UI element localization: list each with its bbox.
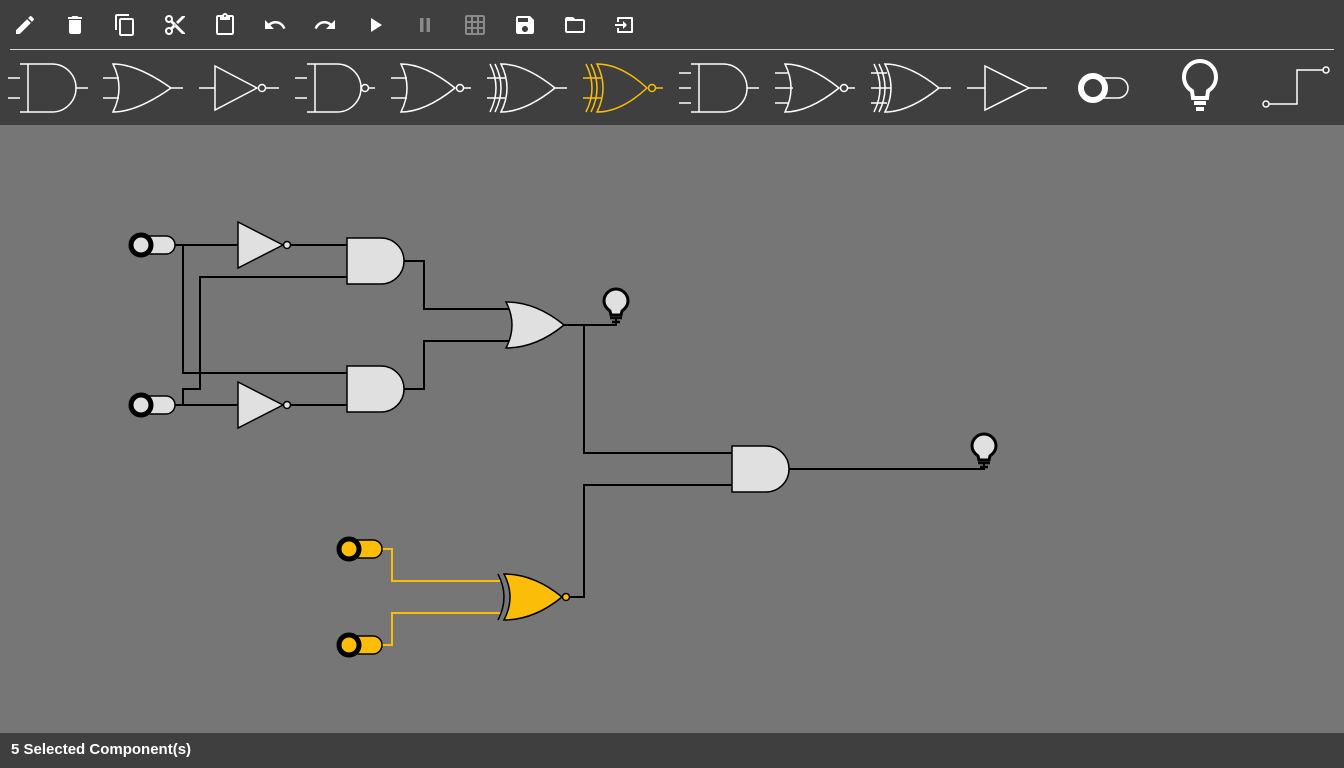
redo-button[interactable]	[305, 5, 345, 45]
component-palette	[0, 50, 1344, 125]
redo-icon	[314, 20, 335, 29]
output-lamp-1[interactable]	[602, 287, 630, 324]
copy-button[interactable]	[105, 5, 145, 45]
circuit-canvas[interactable]	[0, 125, 1344, 733]
wire[interactable]	[404, 340, 512, 390]
copy-icon	[115, 14, 134, 36]
wire-selected[interactable]	[382, 548, 502, 582]
folder-icon	[565, 17, 585, 33]
scissors-icon	[165, 15, 185, 35]
and-gate-3-input-icon[interactable]	[679, 58, 761, 118]
edit-button[interactable]	[5, 5, 45, 45]
pause-icon	[420, 18, 430, 32]
xnor-gate-icon[interactable]	[583, 58, 665, 118]
lightbulb-icon[interactable]	[1159, 58, 1241, 118]
xnor-gate[interactable]	[497, 573, 571, 621]
save-button[interactable]	[505, 5, 545, 45]
undo-icon	[265, 20, 286, 29]
wire[interactable]	[182, 276, 347, 405]
and-gate-top[interactable]	[346, 237, 405, 285]
selection-status: 5 Selected Component(s)	[11, 741, 192, 758]
toolbar	[0, 0, 1344, 50]
selected-wires	[382, 548, 502, 646]
input-switch-d[interactable]	[336, 632, 383, 658]
pencil-icon	[16, 15, 35, 35]
grid-icon	[465, 15, 485, 35]
not-gate-icon[interactable]	[199, 58, 281, 118]
nor-gate-icon[interactable]	[391, 58, 473, 118]
wire[interactable]	[570, 484, 732, 598]
grid-button[interactable]	[455, 5, 495, 45]
play-icon	[371, 18, 382, 32]
wire[interactable]	[564, 318, 617, 326]
paste-button[interactable]	[205, 5, 245, 45]
input-switch-a[interactable]	[128, 232, 176, 258]
and-gate-icon[interactable]	[8, 58, 90, 118]
circuit-diagram	[128, 220, 998, 658]
output-lamp-2[interactable]	[970, 432, 998, 469]
buffer-gate-icon[interactable]	[967, 58, 1049, 118]
input-switch-c[interactable]	[336, 536, 383, 562]
not-gate-bottom[interactable]	[237, 380, 292, 430]
not-gate-top[interactable]	[237, 220, 292, 270]
run-button[interactable]	[355, 5, 395, 45]
undo-button[interactable]	[255, 5, 295, 45]
wire[interactable]	[182, 245, 347, 374]
open-button[interactable]	[555, 5, 595, 45]
save-icon	[516, 16, 534, 34]
wire[interactable]	[583, 325, 732, 454]
xnor-gate-3-input-icon[interactable]	[871, 58, 953, 118]
wire[interactable]	[404, 260, 512, 310]
export-icon	[615, 17, 633, 33]
export-button[interactable]	[605, 5, 645, 45]
nor-gate-3-input-icon[interactable]	[775, 58, 857, 118]
input-switch-b[interactable]	[128, 392, 176, 418]
or-gate[interactable]	[504, 301, 566, 349]
or-gate-icon[interactable]	[103, 58, 185, 118]
status-bar: 5 Selected Component(s)	[0, 733, 1344, 768]
clipboard-icon	[216, 13, 234, 35]
nand-gate-icon[interactable]	[295, 58, 377, 118]
and-gate-output[interactable]	[731, 445, 790, 493]
clock-signal-icon[interactable]	[1255, 58, 1337, 118]
wire-selected[interactable]	[382, 612, 502, 646]
toggle-switch-icon[interactable]	[1063, 58, 1145, 118]
pause-button[interactable]	[405, 5, 445, 45]
wires	[175, 244, 985, 598]
xor-gate-icon[interactable]	[487, 58, 569, 118]
trash-icon	[68, 16, 82, 34]
wire[interactable]	[788, 463, 985, 470]
delete-button[interactable]	[55, 5, 95, 45]
and-gate-bottom[interactable]	[346, 365, 405, 413]
cut-button[interactable]	[155, 5, 195, 45]
